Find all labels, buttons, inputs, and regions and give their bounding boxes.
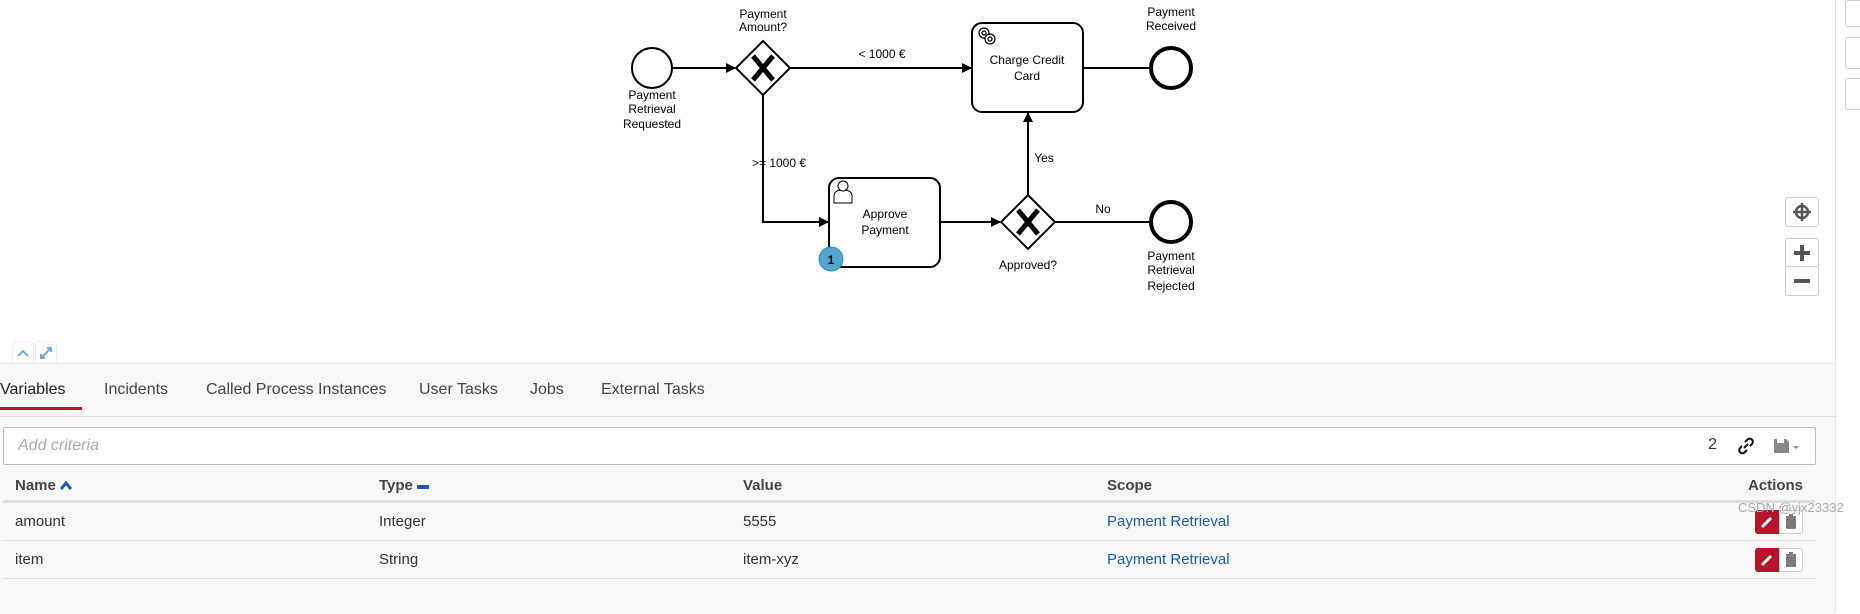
svg-text:PaymentAmount?: Payment Amount? [739,7,787,34]
reset-zoom-button[interactable] [1785,197,1819,227]
flow-label-lt: < 1000 € [858,47,905,61]
column-header-name[interactable]: Name [3,470,367,503]
end-event-rejected[interactable] [1149,200,1193,244]
table-row: amount Integer 5555 Payment Retrieval [3,501,1815,541]
header-label: Type [379,476,413,494]
start-event[interactable] [631,47,673,89]
svg-text:PaymentReceived: Payment Received [1146,5,1196,33]
task-approve-payment[interactable]: Approve Payment 1 [818,177,941,272]
start-event-label: Retrieval [628,102,675,116]
gateway-payment-amount[interactable] [734,39,792,97]
link-icon[interactable] [1737,436,1755,461]
sort-none-icon [417,484,430,489]
active-tab-indicator [0,407,82,410]
svg-text:PaymentRetrievalRejected: Payment Retrieval Rejected [1147,249,1195,293]
variable-type: Integer [367,501,731,541]
tab-incidents[interactable]: Incidents [104,381,168,399]
tab-variables[interactable]: Variables [0,381,66,399]
end-event-label: Payment [1147,5,1195,19]
side-button-3[interactable] [1845,78,1860,110]
variable-value: 5555 [731,501,1095,541]
gateway-label: Payment [739,7,787,21]
edit-button[interactable] [1755,547,1779,572]
side-button-2[interactable] [1845,37,1860,69]
column-header-value[interactable]: Value [731,470,1095,503]
plus-icon [1794,245,1810,261]
end-event-received[interactable] [1149,46,1193,90]
variable-scope-link[interactable]: Payment Retrieval [1095,501,1563,541]
table-row: item String item-xyz Payment Retrieval [3,540,1815,579]
tab-external-tasks[interactable]: External Tasks [601,381,705,399]
row-actions [1562,540,1815,579]
watermark: CSDN @yjx23332 [1738,500,1844,515]
variable-value: item-xyz [731,540,1095,579]
variable-type: String [367,540,731,579]
end-event-label: Received [1146,19,1196,33]
minus-icon [1794,279,1810,283]
expand-button[interactable] [35,341,57,363]
pencil-icon [1760,554,1773,566]
task-label: Charge Credit [990,53,1065,67]
criteria-search-input[interactable] [16,436,1620,456]
delete-button[interactable] [1779,547,1803,572]
variable-scope-link[interactable]: Payment Retrieval [1095,540,1563,579]
bpmn-diagram: Charge Credit Card Approve Payment 1 Payme… [623,5,1196,293]
header-label: Name [15,476,56,494]
expand-icon [40,346,52,359]
crosshair-icon [1793,203,1811,221]
start-event-label: Payment [628,88,676,102]
flow-label-ge: >= 1000 € [752,156,806,170]
gateway-approved[interactable] [999,193,1057,251]
result-count: 2 [1708,436,1717,453]
start-event-label: Requested [623,117,681,131]
end-event-label: Rejected [1147,279,1194,293]
tab-user-tasks[interactable]: User Tasks [419,381,498,399]
svg-text:PaymentRetrievalRequested: Payment Retrieval Requested [623,88,681,131]
end-event-label: Retrieval [1147,263,1194,277]
tab-called-process-instances[interactable]: Called Process Instances [206,381,387,399]
end-event-label: Payment [1147,249,1195,263]
variable-name: item [3,540,367,579]
zoom-out-button[interactable] [1785,266,1819,296]
panel-divider[interactable] [1835,0,1836,613]
column-header-actions: Actions [1562,470,1815,503]
tab-jobs[interactable]: Jobs [530,381,564,399]
table-header-row: Name Type Value Scope Actions [3,470,1815,503]
zoom-in-button[interactable] [1785,238,1819,268]
task-label: Approve [863,207,908,221]
side-button-1[interactable] [1845,0,1860,27]
variables-table: Name Type Value Scope Actions amount Int… [3,470,1815,579]
task-charge-credit-card[interactable]: Charge Credit Card [971,22,1084,113]
column-header-scope[interactable]: Scope [1095,470,1563,503]
column-header-type[interactable]: Type [367,470,731,503]
filter-bar: 2 [3,427,1816,465]
sort-ascending-icon [59,480,73,490]
collapse-button[interactable] [12,341,34,363]
gateway-label: Amount? [739,20,787,34]
save-dropdown-button[interactable] [1773,436,1801,461]
trash-icon [1786,551,1796,567]
badge-count: 1 [828,253,835,267]
flow-label-yes: Yes [1034,151,1054,165]
task-label: Payment [861,223,909,237]
variable-name: amount [3,501,367,541]
chevron-up-icon [17,349,29,357]
detail-panel: Variables Incidents Called Process Insta… [0,363,1835,614]
save-icon [1774,439,1799,453]
tab-bar: Variables Incidents Called Process Insta… [0,364,1835,417]
task-label: Card [1014,69,1040,83]
flow-label-no: No [1095,202,1111,216]
gateway-approved-label: Approved? [999,258,1057,272]
